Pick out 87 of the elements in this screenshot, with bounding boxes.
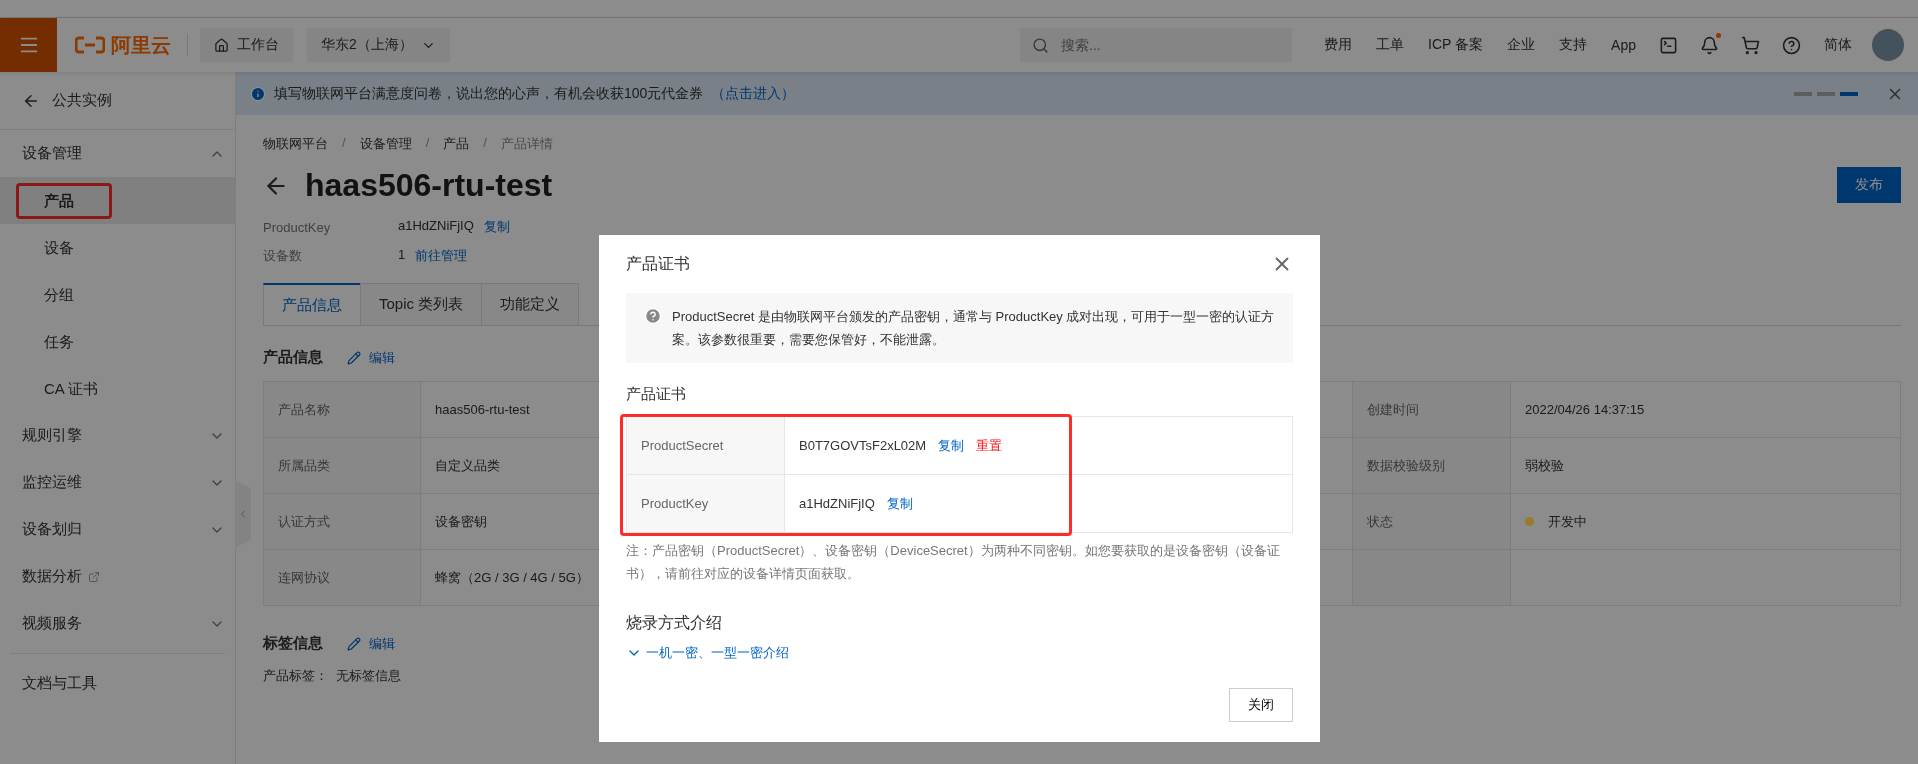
banner-link[interactable]: （点击进入） <box>711 84 796 103</box>
logo-icon <box>75 36 105 54</box>
nav-link[interactable]: ICP 备案 <box>1428 36 1484 54</box>
info-icon <box>250 85 266 102</box>
back-link[interactable]: 公共实例 <box>0 72 235 130</box>
tab[interactable]: 产品信息 <box>263 283 361 325</box>
region-select[interactable]: 华东2（上海） <box>307 28 450 62</box>
edit-link[interactable]: 编辑 <box>347 634 395 653</box>
table-cell: 弱校验 <box>1511 438 1901 494</box>
sidebar-group[interactable]: 设备划归 <box>0 506 235 553</box>
meta-link[interactable]: 复制 <box>483 218 510 236</box>
section-heading: 产品证书 <box>626 385 687 404</box>
section-heading: 产品信息 <box>263 348 323 367</box>
external-link-icon <box>88 570 100 583</box>
edit-link[interactable]: 编辑 <box>347 348 395 367</box>
info-text: ProductSecret 是由物联网平台颁发的产品密钥，通常与 ProductKey 成对出现，可用于一型一密的认证方案。该参数很重要，需要您保管好，不能泄露。 <box>672 308 1275 349</box>
sidebar-item[interactable]: 分组 <box>0 271 235 318</box>
pencil-icon <box>347 636 361 651</box>
breadcrumb-separator: / <box>483 135 487 152</box>
tag-value: 无标签信息 <box>336 667 401 685</box>
table-cell: 连网协议 <box>264 550 421 606</box>
search-box[interactable]: 搜索... <box>1020 28 1293 62</box>
sidebar-item[interactable]: 设备 <box>0 224 235 271</box>
dialog-title: 产品证书 <box>626 253 690 274</box>
menu-button[interactable] <box>0 18 57 72</box>
table-cell: ProductKey <box>627 475 785 533</box>
avatar[interactable] <box>1872 29 1904 61</box>
sidebar-item[interactable]: 产品 <box>0 177 235 224</box>
meta-label: ProductKey <box>263 219 332 235</box>
search-field[interactable]: 搜索... <box>1059 36 1260 54</box>
table-cell: 产品名称 <box>264 382 421 438</box>
workbench-button[interactable]: 工作台 <box>200 28 293 62</box>
table-cell: 创建时间 <box>1353 382 1511 438</box>
table-cell: 状态 <box>1353 494 1511 550</box>
breadcrumb-link[interactable]: 产品详情 <box>500 135 553 153</box>
sidebar-group[interactable]: 监控运维 <box>0 459 235 506</box>
sidebar-link[interactable]: 数据分析 <box>0 553 235 600</box>
breadcrumb-separator: / <box>342 135 346 152</box>
breadcrumb-link[interactable]: 物联网平台 <box>263 135 328 153</box>
intro-link[interactable]: 一机一密、一型一密介绍 <box>626 644 1293 662</box>
meta-value: 1 <box>398 247 406 264</box>
copy-link[interactable]: 复制 <box>938 436 965 455</box>
banner-text: 填写物联网平台满意度问卷，说出您的心声，有机会收获100元代金券 <box>274 84 704 103</box>
tab[interactable]: Topic 类列表 <box>360 283 483 325</box>
search-icon <box>1032 36 1050 54</box>
table-cell: 所属品类 <box>264 438 421 494</box>
table-cell: 开发中 <box>1511 494 1901 550</box>
breadcrumb-link[interactable]: 设备管理 <box>359 135 412 153</box>
sidebar-group[interactable]: 设备管理 <box>0 130 235 177</box>
meta-label: 设备数 <box>263 247 303 265</box>
section-heading: 标签信息 <box>263 634 323 653</box>
meta-link[interactable]: 前往管理 <box>415 247 468 265</box>
table-cell: 2022/04/26 14:37:15 <box>1511 382 1901 438</box>
sidebar-group[interactable]: 规则引擎 <box>0 412 235 459</box>
nav-link[interactable]: App <box>1611 37 1636 53</box>
carousel-indicator[interactable] <box>1840 91 1858 96</box>
logo-text: 阿里云 <box>111 32 171 58</box>
help-icon[interactable] <box>1782 35 1801 55</box>
terminal-icon[interactable] <box>1659 35 1678 55</box>
pencil-icon <box>347 350 361 365</box>
breadcrumb-separator: / <box>425 135 430 152</box>
table-cell: 认证方式 <box>264 494 421 550</box>
help-icon <box>644 307 662 325</box>
nav-link[interactable]: 费用 <box>1324 36 1353 54</box>
cart-icon[interactable] <box>1741 35 1760 55</box>
section-heading: 烧录方式介绍 <box>626 613 723 633</box>
meta-value: a1HdZNiFjIQ <box>398 218 474 235</box>
tag-label: 产品标签： <box>263 667 328 685</box>
language-link[interactable]: 简体 <box>1824 36 1852 54</box>
page-title: haas506-rtu-test <box>305 167 553 204</box>
nav-link[interactable]: 企业 <box>1507 36 1536 54</box>
sidebar-group[interactable]: 视频服务 <box>0 600 235 647</box>
sidebar-link[interactable]: 文档与工具 <box>0 660 235 707</box>
publish-button[interactable]: 发布 <box>1837 167 1901 203</box>
sidebar-item[interactable]: 任务 <box>0 318 235 365</box>
copy-link[interactable]: 复制 <box>886 494 913 513</box>
tab[interactable]: 功能定义 <box>481 283 580 325</box>
sidebar-item[interactable]: CA 证书 <box>0 365 235 412</box>
table-cell: 数据校验级别 <box>1353 438 1511 494</box>
table-cell: ProductSecret <box>627 417 785 475</box>
nav-link[interactable]: 工单 <box>1376 36 1405 54</box>
nav-link[interactable]: 支持 <box>1559 36 1588 54</box>
bell-icon[interactable] <box>1700 35 1719 55</box>
home-icon <box>214 37 229 53</box>
breadcrumb-link[interactable]: 产品 <box>443 135 470 153</box>
reset-link[interactable]: 重置 <box>976 436 1003 455</box>
close-button[interactable]: 关闭 <box>1229 688 1293 722</box>
